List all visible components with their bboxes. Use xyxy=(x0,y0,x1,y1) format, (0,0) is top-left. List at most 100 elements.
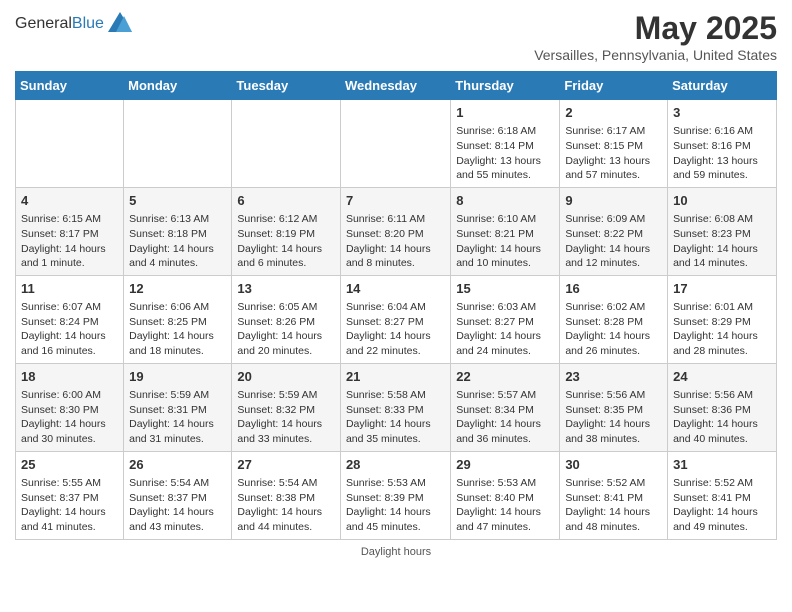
day-info-line: Sunrise: 6:11 AM xyxy=(346,212,445,227)
day-header-saturday: Saturday xyxy=(668,72,777,100)
calendar-cell: 16Sunrise: 6:02 AMSunset: 8:28 PMDayligh… xyxy=(560,275,668,363)
day-number: 14 xyxy=(346,280,445,298)
calendar-cell: 24Sunrise: 5:56 AMSunset: 8:36 PMDayligh… xyxy=(668,363,777,451)
month-title: May 2025 xyxy=(534,10,777,47)
day-info-line: Sunrise: 6:04 AM xyxy=(346,300,445,315)
calendar-cell xyxy=(124,100,232,188)
day-info-line: Daylight: 14 hours and 6 minutes. xyxy=(237,242,335,271)
day-info-line: Sunset: 8:16 PM xyxy=(673,139,771,154)
day-info-line: Daylight: 14 hours and 28 minutes. xyxy=(673,329,771,358)
page-container: GeneralBlue May 2025 Versailles, Pennsyl… xyxy=(0,0,792,568)
calendar-cell: 3Sunrise: 6:16 AMSunset: 8:16 PMDaylight… xyxy=(668,100,777,188)
calendar-cell: 1Sunrise: 6:18 AMSunset: 8:14 PMDaylight… xyxy=(451,100,560,188)
day-number: 3 xyxy=(673,104,771,122)
calendar-cell: 31Sunrise: 5:52 AMSunset: 8:41 PMDayligh… xyxy=(668,451,777,539)
logo-icon xyxy=(106,10,134,38)
day-info-line: Sunset: 8:19 PM xyxy=(237,227,335,242)
calendar-cell: 12Sunrise: 6:06 AMSunset: 8:25 PMDayligh… xyxy=(124,275,232,363)
day-info-line: Daylight: 14 hours and 4 minutes. xyxy=(129,242,226,271)
day-info-line: Daylight: 14 hours and 44 minutes. xyxy=(237,505,335,534)
day-info-line: Daylight: 13 hours and 57 minutes. xyxy=(565,154,662,183)
day-number: 21 xyxy=(346,368,445,386)
day-info-line: Sunset: 8:37 PM xyxy=(21,491,118,506)
day-info-line: Sunrise: 6:06 AM xyxy=(129,300,226,315)
calendar-cell: 7Sunrise: 6:11 AMSunset: 8:20 PMDaylight… xyxy=(340,187,450,275)
day-info-line: Sunrise: 6:17 AM xyxy=(565,124,662,139)
day-info-line: Sunset: 8:15 PM xyxy=(565,139,662,154)
calendar-cell: 18Sunrise: 6:00 AMSunset: 8:30 PMDayligh… xyxy=(16,363,124,451)
day-info-line: Sunset: 8:30 PM xyxy=(21,403,118,418)
day-header-sunday: Sunday xyxy=(16,72,124,100)
day-info-line: Sunrise: 5:55 AM xyxy=(21,476,118,491)
calendar-cell: 28Sunrise: 5:53 AMSunset: 8:39 PMDayligh… xyxy=(340,451,450,539)
day-info-line: Sunset: 8:20 PM xyxy=(346,227,445,242)
day-header-monday: Monday xyxy=(124,72,232,100)
day-info-line: Sunrise: 5:52 AM xyxy=(565,476,662,491)
day-info-line: Sunset: 8:41 PM xyxy=(565,491,662,506)
day-info-line: Sunrise: 6:01 AM xyxy=(673,300,771,315)
calendar-cell xyxy=(232,100,341,188)
week-row: 18Sunrise: 6:00 AMSunset: 8:30 PMDayligh… xyxy=(16,363,777,451)
day-number: 2 xyxy=(565,104,662,122)
day-info-line: Sunset: 8:25 PM xyxy=(129,315,226,330)
day-info-line: Daylight: 14 hours and 40 minutes. xyxy=(673,417,771,446)
day-info-line: Daylight: 14 hours and 26 minutes. xyxy=(565,329,662,358)
day-info-line: Daylight: 14 hours and 35 minutes. xyxy=(346,417,445,446)
day-info-line: Sunset: 8:28 PM xyxy=(565,315,662,330)
day-number: 28 xyxy=(346,456,445,474)
day-number: 17 xyxy=(673,280,771,298)
day-info-line: Daylight: 14 hours and 49 minutes. xyxy=(673,505,771,534)
header: GeneralBlue May 2025 Versailles, Pennsyl… xyxy=(15,10,777,63)
day-info-line: Sunrise: 6:13 AM xyxy=(129,212,226,227)
day-info-line: Sunset: 8:24 PM xyxy=(21,315,118,330)
day-info-line: Sunrise: 5:58 AM xyxy=(346,388,445,403)
day-number: 13 xyxy=(237,280,335,298)
day-number: 5 xyxy=(129,192,226,210)
day-info-line: Sunset: 8:26 PM xyxy=(237,315,335,330)
day-number: 23 xyxy=(565,368,662,386)
day-info-line: Daylight: 14 hours and 20 minutes. xyxy=(237,329,335,358)
calendar-cell: 2 Sunrise: 6:17 AMSunset: 8:15 PMDaylight… xyxy=(560,100,668,188)
day-info-line: Sunrise: 5:53 AM xyxy=(346,476,445,491)
footer: Daylight hours xyxy=(15,546,777,558)
day-number: 9 xyxy=(565,192,662,210)
day-header-wednesday: Wednesday xyxy=(340,72,450,100)
day-info-line: Sunset: 8:27 PM xyxy=(346,315,445,330)
day-info-line: Sunset: 8:17 PM xyxy=(21,227,118,242)
calendar-cell: 25Sunrise: 5:55 AMSunset: 8:37 PMDayligh… xyxy=(16,451,124,539)
day-info-line: Sunrise: 5:59 AM xyxy=(129,388,226,403)
calendar-cell: 30Sunrise: 5:52 AMSunset: 8:41 PMDayligh… xyxy=(560,451,668,539)
day-number: 19 xyxy=(129,368,226,386)
day-info-line: Sunrise: 5:57 AM xyxy=(456,388,554,403)
calendar-cell: 4Sunrise: 6:15 AMSunset: 8:17 PMDaylight… xyxy=(16,187,124,275)
day-info-line: Daylight: 14 hours and 31 minutes. xyxy=(129,417,226,446)
day-info-line: Daylight: 14 hours and 36 minutes. xyxy=(456,417,554,446)
day-info-line: Sunrise: 6:00 AM xyxy=(21,388,118,403)
day-info-line: Daylight: 14 hours and 10 minutes. xyxy=(456,242,554,271)
day-number: 25 xyxy=(21,456,118,474)
day-number: 22 xyxy=(456,368,554,386)
week-row: 4Sunrise: 6:15 AMSunset: 8:17 PMDaylight… xyxy=(16,187,777,275)
day-header-thursday: Thursday xyxy=(451,72,560,100)
day-info-line: Daylight: 14 hours and 18 minutes. xyxy=(129,329,226,358)
calendar-cell: 15Sunrise: 6:03 AMSunset: 8:27 PMDayligh… xyxy=(451,275,560,363)
day-info-line: Sunrise: 5:56 AM xyxy=(673,388,771,403)
day-number: 8 xyxy=(456,192,554,210)
day-number: 31 xyxy=(673,456,771,474)
calendar-cell: 13 Sunrise: 6:05 AMSunset: 8:26 PMDayligh… xyxy=(232,275,341,363)
day-info-line: Sunrise: 5:56 AM xyxy=(565,388,662,403)
day-info-line: Daylight: 14 hours and 24 minutes. xyxy=(456,329,554,358)
day-info-line: Sunset: 8:35 PM xyxy=(565,403,662,418)
day-info-line: Sunrise: 6:12 AM xyxy=(237,212,335,227)
day-info-line: Sunrise: 6:05 AM xyxy=(237,300,335,315)
day-info-line: Sunset: 8:32 PM xyxy=(237,403,335,418)
day-info-line: Sunrise: 6:08 AM xyxy=(673,212,771,227)
day-number: 16 xyxy=(565,280,662,298)
title-block: May 2025 Versailles, Pennsylvania, Unite… xyxy=(534,10,777,63)
calendar-table: SundayMondayTuesdayWednesdayThursdayFrid… xyxy=(15,71,777,540)
calendar-cell: 8Sunrise: 6:10 AMSunset: 8:21 PMDaylight… xyxy=(451,187,560,275)
calendar-cell xyxy=(16,100,124,188)
day-number: 11 xyxy=(21,280,118,298)
day-info-line: Daylight: 14 hours and 30 minutes. xyxy=(21,417,118,446)
day-info-line: Sunset: 8:22 PM xyxy=(565,227,662,242)
